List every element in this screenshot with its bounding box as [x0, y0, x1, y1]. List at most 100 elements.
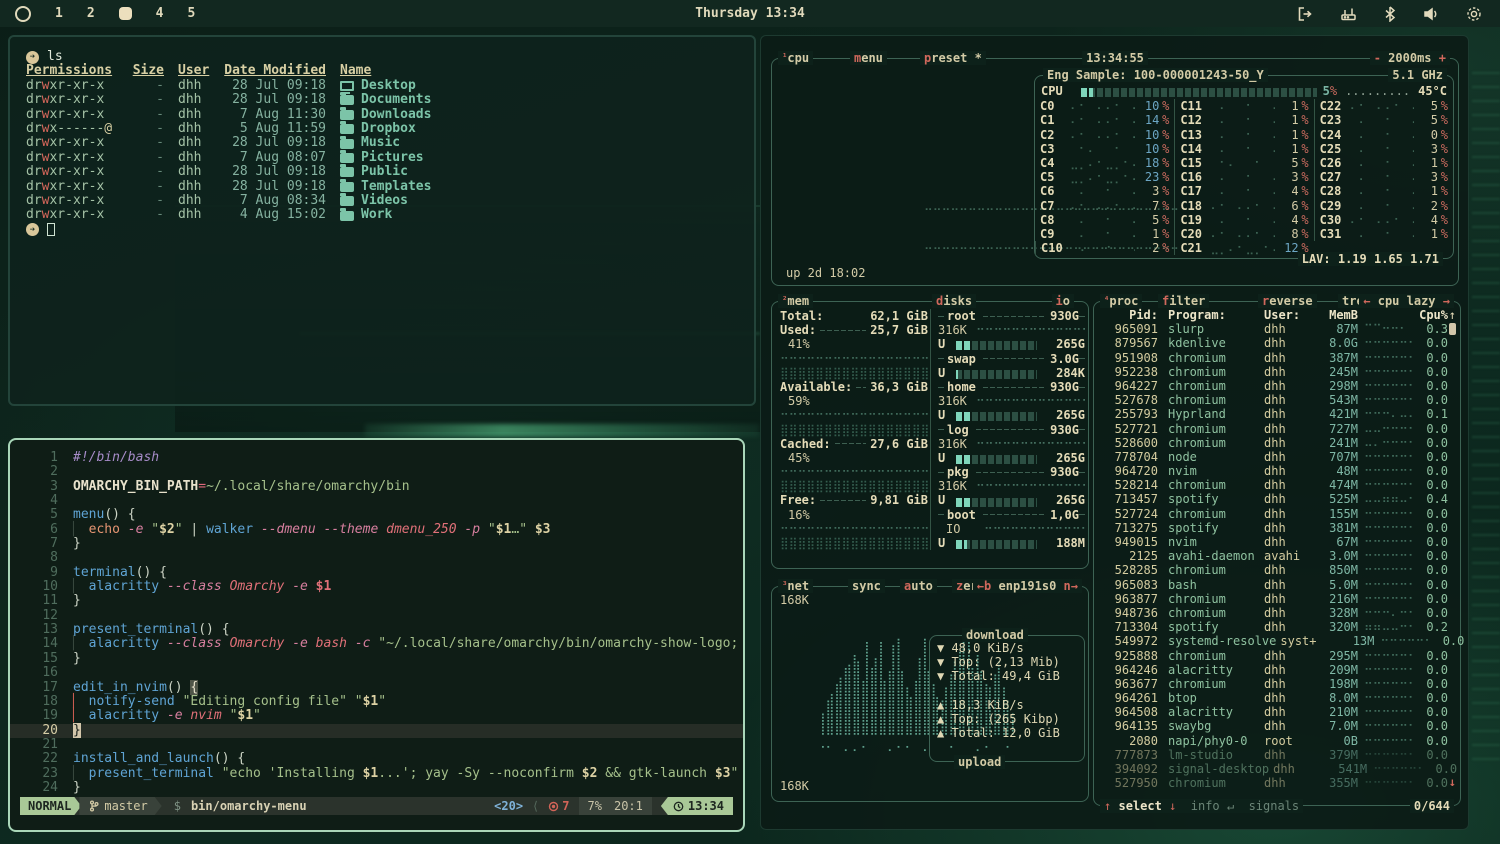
process-row[interactable]: 527724 chromium dhh 155M ⠒⠒⠒⠒⠒⠂ 0.0 — [1094, 507, 1460, 521]
proc-scrollbar-thumb[interactable] — [1449, 323, 1456, 335]
process-row[interactable]: 527721 chromium dhh 727M ⠤⠤⠒⠒⠒⠂ 0.0 — [1094, 422, 1460, 436]
process-row[interactable]: 925888 chromium dhh 295M ⠒⠒⠒⠒⠒⠂ 0.0 — [1094, 649, 1460, 663]
process-row[interactable]: 964227 chromium dhh 298M ⠒⠒⠒⠒⠒⠂ 0.0 — [1094, 379, 1460, 393]
net-sync-toggle[interactable]: sync — [848, 579, 885, 593]
core-id: C11 — [1180, 99, 1210, 113]
process-row[interactable]: 528214 chromium dhh 474M ⠒⠒⠒⠒⠒⠂ 0.0 — [1094, 478, 1460, 492]
process-row[interactable]: 528600 chromium dhh 241M ⠤⠄⠒⠒⠒⠂ 0.0 — [1094, 436, 1460, 450]
process-user: dhh — [1260, 691, 1304, 705]
process-row[interactable]: 777873 lm-studio dhh 379M ⠒⠒⠒⠒⠒⠂ 0.0 — [1094, 748, 1460, 762]
editor-window-nvim[interactable]: 1 #!/bin/bash 2 3 OMARCHY_BIN_PATH=~/.lo… — [8, 438, 745, 832]
preset-button[interactable]: preset * — [920, 51, 986, 65]
disk-used: 265G — [1043, 493, 1085, 507]
disk-io-value: 316K — [938, 394, 976, 408]
core-graph: ⣀⡀⠄⠂⣀⡀⠂⠄⣀⣀⡀⠄⠂⡀ — [1070, 170, 1135, 184]
mem-panel-title[interactable]: ²mem — [778, 294, 813, 308]
process-mem: 474M — [1304, 478, 1358, 492]
process-row[interactable]: 527950 chromium dhh 355M ⠒⠒⠒⠒⠒⠂ 0.0 — [1094, 776, 1460, 790]
ls-permissions: drwxr-xr-x — [26, 79, 130, 93]
process-row[interactable]: 964246 alacritty dhh 209M ⠒⠒⠒⠒⠒⠂ 0.0 — [1094, 663, 1460, 677]
process-row[interactable]: 965091 slurp dhh 87M ⠉⠉⠒⠒⠂⠀ 0.3 — [1094, 322, 1460, 336]
process-row[interactable]: 549972 systemd-resolve syst+ 13M ⠒⠒⠒⠒⠒⠂ … — [1094, 634, 1460, 648]
core-graph: ⠀⠄⠀⠀⠂⠀⠀⠄⠀⠀⠂⠀⠄⠀ — [1350, 199, 1414, 213]
process-row[interactable]: 394092 signal-desktop dhh 541M ⠒⠒⠒⠒⠒⠂ 0.… — [1094, 762, 1460, 776]
monitor-window-btop[interactable]: ¹cpu menu preset * 13:34:55 - 2000ms + ⠤… — [760, 35, 1469, 830]
process-mem: 328M — [1304, 606, 1358, 620]
proc-scroll-up-icon[interactable]: ↑ — [1449, 308, 1456, 322]
process-row[interactable]: 948736 chromium dhh 328M ⠒⠒⠒⠄⠒⠂ 0.0 — [1094, 606, 1460, 620]
cpu-panel-title[interactable]: ¹cpu — [778, 51, 813, 65]
network-icon[interactable] — [1340, 6, 1357, 22]
proc-header-program[interactable]: Program: — [1158, 308, 1260, 322]
proc-scroll-down-icon[interactable]: ↓ — [1449, 775, 1456, 789]
workspace-5[interactable]: 5 — [187, 6, 195, 21]
process-row[interactable]: 951908 chromium dhh 387M ⠒⠒⠒⠒⠒⠂ 0.0 — [1094, 351, 1460, 365]
core-graph: ⠄⠂⠀⠄⠄⠂⠀⠄⠂⠀⠄⠂⠄⠀ — [1210, 227, 1274, 241]
proc-reverse-button[interactable]: reverse — [1258, 294, 1317, 308]
logout-icon[interactable] — [1297, 6, 1313, 22]
process-cpu-graph: ⠒⠒⠒⠒⠒⠂ — [1358, 379, 1412, 393]
process-row[interactable]: 964135 swaybg dhh 7.0M ⠒⠒⠒⠒⠒⠂ 0.0 — [1094, 719, 1460, 733]
workspace-3-active[interactable] — [119, 7, 132, 20]
settings-icon[interactable] — [1466, 6, 1482, 22]
process-row[interactable]: 964261 btop dhh 8.0M ⠒⠒⠒⠒⠒⠂ 0.0 — [1094, 691, 1460, 705]
proc-panel-title[interactable]: ⁴proc — [1100, 294, 1142, 308]
process-row[interactable]: 963877 chromium dhh 216M ⠒⠒⠒⠒⠒⠂ 0.0 — [1094, 592, 1460, 606]
process-row[interactable]: 963677 chromium dhh 198M ⠒⠒⠒⠒⠒⠂ 0.0 — [1094, 677, 1460, 691]
process-cpu: 0.4 — [1412, 492, 1448, 506]
process-row[interactable]: 527678 chromium dhh 543M ⠒⠒⠒⠒⠒⠂ 0.0 — [1094, 393, 1460, 407]
core-id: C2 — [1040, 128, 1070, 142]
process-row[interactable]: 879567 kdenlive dhh 8.0G ⠒⠒⠒⠒⠒⠂ 0.0 — [1094, 336, 1460, 350]
process-cpu-graph: ⠶⠶⠤⠤⠒⠂ — [1358, 620, 1412, 634]
workspace-1[interactable]: 1 — [55, 6, 63, 21]
proc-header-user[interactable]: User: — [1260, 308, 1304, 322]
editor-line: 21 — [10, 738, 743, 752]
proc-sort-selector[interactable]: ← cpu lazy → — [1359, 294, 1454, 308]
core-id: C19 — [1180, 213, 1210, 227]
process-row[interactable]: 952238 chromium dhh 245M ⠒⠒⠒⠒⠒⠂ 0.0 — [1094, 365, 1460, 379]
core-percent: 4 — [1414, 213, 1438, 227]
editor-buffer[interactable]: 1 #!/bin/bash 2 3 OMARCHY_BIN_PATH=~/.lo… — [10, 440, 743, 795]
ls-size: - — [130, 194, 164, 208]
process-row[interactable]: 255793 Hyprland dhh 421M ⠒⠒⠒⠄⠤⠄ 0.1 — [1094, 407, 1460, 421]
workspace-2[interactable]: 2 — [87, 6, 95, 21]
net-auto-toggle[interactable]: auto — [900, 579, 937, 593]
proc-filter-button[interactable]: filter — [1158, 294, 1209, 308]
process-mem: 727M — [1304, 422, 1358, 436]
process-cpu: 0.0 — [1412, 649, 1448, 663]
load-average: LAV: 1.19 1.65 1.71 — [1298, 252, 1443, 266]
git-branch-name: master — [104, 799, 147, 813]
menu-button[interactable]: menu — [850, 51, 887, 65]
update-interval[interactable]: - 2000ms + — [1370, 51, 1450, 65]
core-percent: 7 — [1135, 199, 1159, 213]
process-row[interactable]: 713275 spotify dhh 381M ⠒⠒⠒⠒⠒⠂ 0.0 — [1094, 521, 1460, 535]
workspace-4[interactable]: 4 — [156, 6, 164, 21]
process-cpu: 0.0 — [1428, 634, 1464, 648]
net-panel-title[interactable]: ³net — [778, 579, 813, 593]
io-toggle[interactable]: io — [1052, 294, 1074, 308]
core-graph: ⠀⠄⠀⠀⠂⠀⠀⠄⠀⠀⠂⠀⠄⠀ — [1350, 184, 1414, 198]
shell-prompt-cursor[interactable]: ➔ — [26, 223, 754, 237]
process-row[interactable]: 713304 spotify dhh 320M ⠶⠶⠤⠤⠒⠂ 0.2 — [1094, 620, 1460, 634]
proc-header-memb[interactable]: MemB — [1304, 308, 1358, 322]
disks-toggle[interactable]: disks — [932, 294, 976, 308]
process-row[interactable]: 713457 spotify dhh 525M ⠤⠤⠶⠶⠤⠂ 0.4 — [1094, 492, 1460, 506]
ls-user: dhh — [164, 108, 220, 122]
process-row[interactable]: 964508 alacritty dhh 210M ⠒⠒⠒⠒⠒⠂ 0.0 — [1094, 705, 1460, 719]
process-row[interactable]: 2125 avahi-daemon avahi 3.0M ⠒⠒⠒⠒⠒⠂ 0.0 — [1094, 549, 1460, 563]
process-row[interactable]: 778704 node dhh 707M ⠒⠒⠒⠒⠒⠂ 0.0 — [1094, 450, 1460, 464]
process-mem: 198M — [1304, 677, 1358, 691]
process-cpu-graph: ⠒⠒⠒⠒⠒⠂ — [1358, 450, 1412, 464]
proc-header-pid[interactable]: Pid: — [1100, 308, 1158, 322]
bluetooth-icon[interactable] — [1384, 6, 1396, 22]
disk-io-value: IO — [938, 522, 984, 536]
terminal-window-ls[interactable]: ➔ ls Permissions Size User Date Modified… — [8, 35, 756, 406]
net-interface-switcher[interactable]: ←b enp191s0 n→ — [973, 579, 1082, 593]
proc-header-cpu[interactable]: Cpu% — [1412, 308, 1448, 322]
process-row[interactable]: 949015 nvim dhh 67M ⠒⠒⠒⠒⠒⠂ 0.0 — [1094, 535, 1460, 549]
process-row[interactable]: 528285 chromium dhh 850M ⠒⠒⠒⠒⠒⠂ 0.0 — [1094, 563, 1460, 577]
volume-icon[interactable] — [1423, 6, 1439, 22]
process-row[interactable]: 965083 bash dhh 5.0M ⠒⠒⠒⠒⠒⠂ 0.0 — [1094, 578, 1460, 592]
process-row[interactable]: 2080 napi/phy0-0 root 0B ⠒⠒⠒⠒⠒⠂ 0.0 — [1094, 734, 1460, 748]
process-row[interactable]: 964720 nvim dhh 48M ⠒⠒⠒⠒⠒⠂ 0.0 — [1094, 464, 1460, 478]
